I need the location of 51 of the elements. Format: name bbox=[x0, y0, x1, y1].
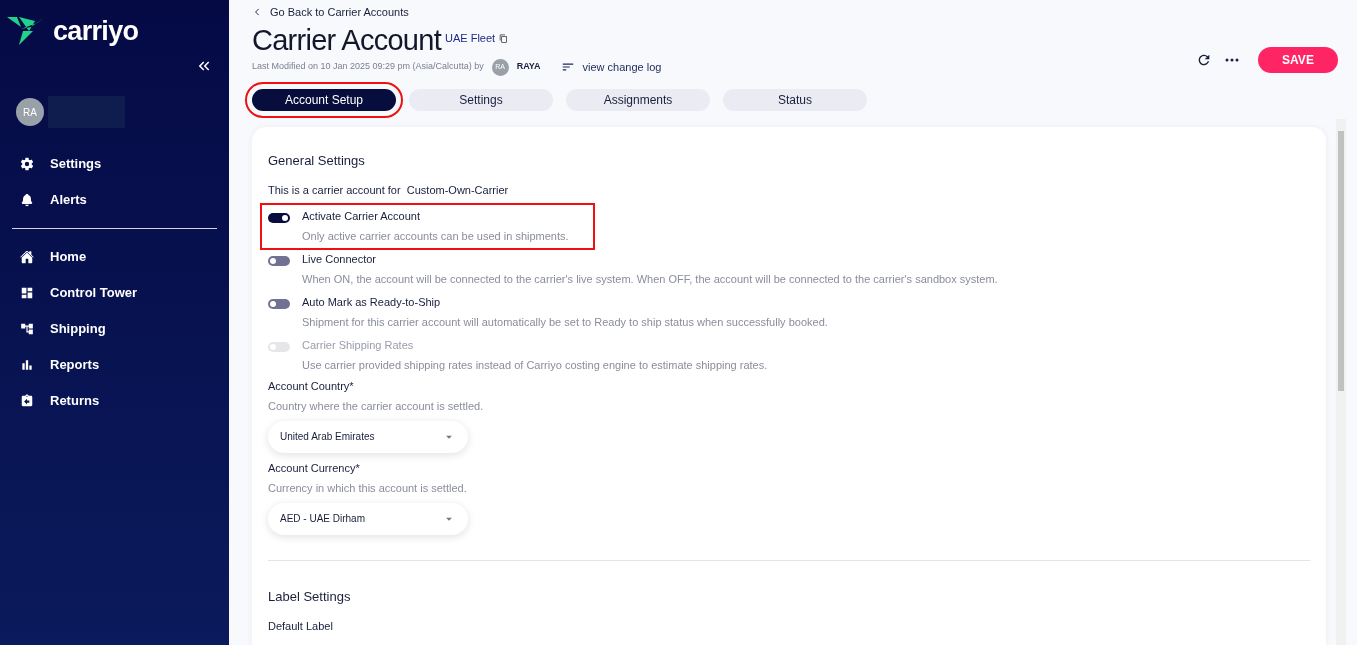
home-icon bbox=[20, 250, 34, 264]
field-label: Account Currency* bbox=[268, 460, 361, 476]
sidebar-item[interactable]: Reports bbox=[0, 347, 229, 383]
scrollbar[interactable] bbox=[1336, 118, 1346, 645]
settings-icon bbox=[20, 157, 34, 171]
sidebar-item[interactable]: Control Tower bbox=[0, 275, 229, 311]
sidebar-item[interactable]: Alerts bbox=[0, 182, 229, 218]
toggle-label: Activate Carrier Account bbox=[302, 208, 421, 224]
field-hint: Currency in which this account is settled. bbox=[268, 481, 468, 496]
toggle-description: Use carrier provided shipping rates instead of Carriyo costing engine to estimate shipping rates. bbox=[302, 358, 768, 373]
toggle-label: Auto Mark as Ready-to-Ship bbox=[302, 294, 442, 310]
tab[interactable]: Assignments bbox=[566, 88, 710, 111]
bird-logo-icon bbox=[7, 17, 45, 45]
refresh-icon[interactable] bbox=[1196, 52, 1212, 68]
toggle-description: Only active carrier accounts can be used in shipments. bbox=[302, 229, 569, 244]
section-heading: Label Settings bbox=[268, 587, 352, 606]
toggle-switch[interactable] bbox=[268, 255, 290, 266]
modified-by-user: RAYA bbox=[516, 60, 541, 74]
dropdown-field[interactable]: United Arab Emirates bbox=[268, 420, 468, 453]
toggle-label: Carrier Shipping Rates bbox=[302, 337, 415, 353]
page-title: Carrier Account bbox=[252, 22, 441, 58]
bell-icon bbox=[20, 193, 34, 207]
toggle-switch[interactable] bbox=[268, 298, 290, 309]
dashboard-icon bbox=[20, 286, 34, 300]
tab[interactable]: Settings bbox=[409, 88, 553, 111]
change-log-link[interactable]: view change log bbox=[560, 58, 662, 76]
dropdown-field[interactable]: AED - UAE Dirham bbox=[268, 502, 468, 535]
toggle-switch[interactable] bbox=[268, 212, 290, 223]
back-link[interactable]: Go Back to Carrier Accounts bbox=[252, 4, 409, 21]
sidebar-item[interactable]: Returns bbox=[0, 383, 229, 419]
tab[interactable]: Status bbox=[723, 88, 867, 111]
sidebar-item[interactable]: Settings bbox=[0, 146, 229, 182]
field-label: Default Label bbox=[268, 619, 334, 634]
sidebar-item[interactable]: Shipping bbox=[0, 311, 229, 347]
section-heading: General Settings bbox=[268, 151, 366, 170]
hierarchy-icon bbox=[20, 322, 34, 336]
carrier-type-text: This is a carrier account for Custom-Own-Carrier bbox=[268, 183, 510, 198]
toggle-description: Shipment for this carrier account will automatically be set to Ready to ship status when successfully booked. bbox=[302, 315, 828, 330]
clipboard-arrow-icon bbox=[20, 394, 34, 408]
field-label: Account Country* bbox=[268, 378, 355, 394]
last-modified-text: Last Modified on 10 Jan 2025 09:29 pm (Asia/Calcutta) by bbox=[252, 60, 484, 74]
brand-name: carriyo bbox=[53, 17, 139, 45]
toggle-label: Live Connector bbox=[302, 251, 377, 267]
copy-icon[interactable] bbox=[499, 33, 509, 43]
chevron-left-icon bbox=[252, 7, 262, 18]
save-button[interactable]: SAVE bbox=[1258, 47, 1338, 73]
field-hint: Country where the carrier account is settled. bbox=[268, 399, 485, 414]
sidebar-item[interactable]: Home bbox=[0, 239, 229, 275]
bar-chart-icon bbox=[20, 358, 34, 372]
account-name: UAE Fleet bbox=[445, 30, 496, 46]
toggle-description: When ON, the account will be connected to the carrier's live system. When OFF, the account will be connected to the carrier's sandbox system. bbox=[302, 272, 998, 287]
